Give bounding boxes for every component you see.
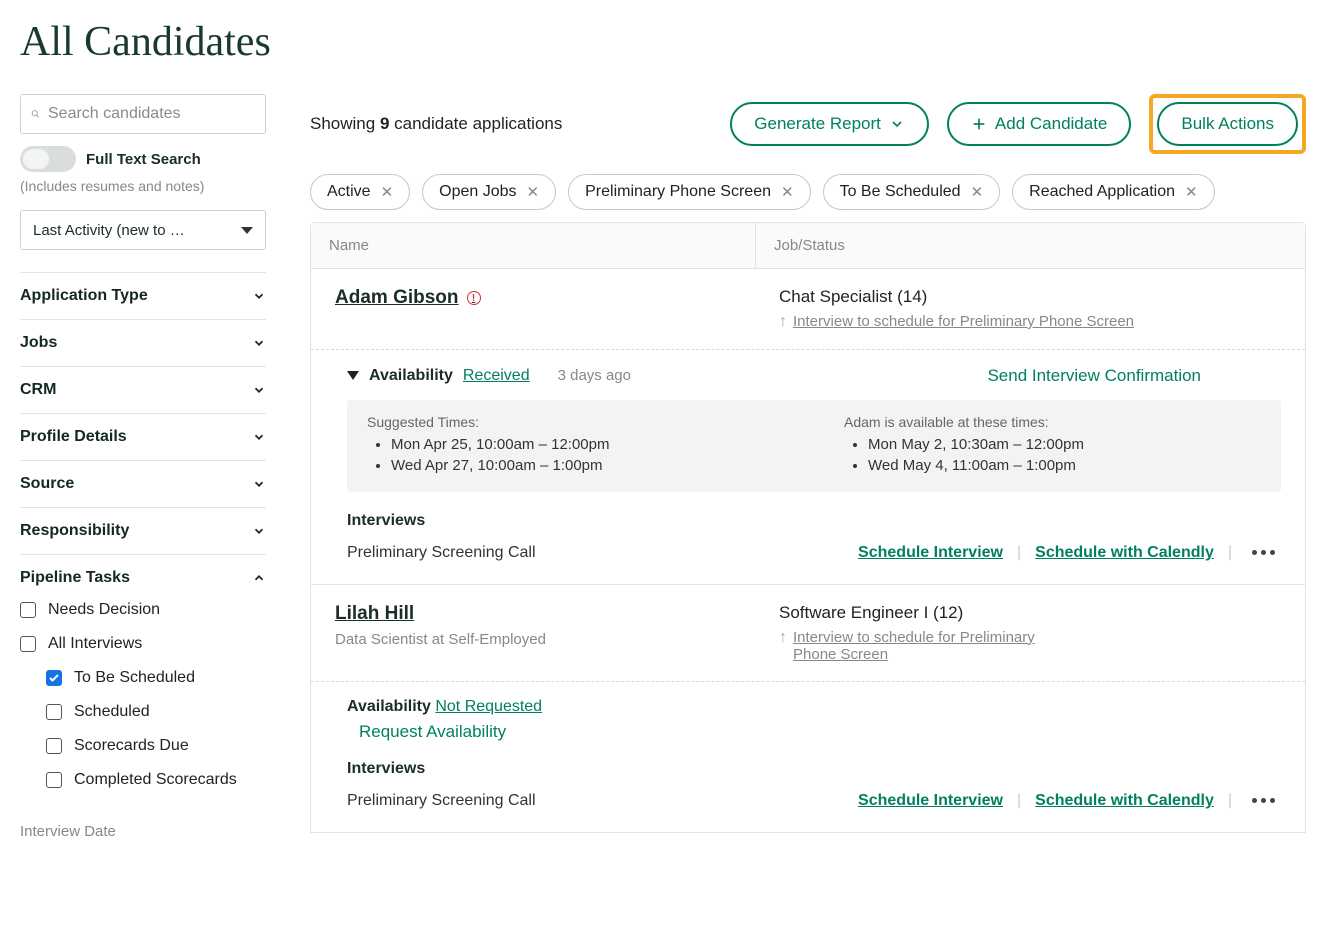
chevron-down-icon [252,383,266,397]
chevron-down-icon [252,289,266,303]
schedule-interview-link[interactable]: Schedule Interview [858,544,1003,562]
schedule-with-calendly-link[interactable]: Schedule with Calendly [1035,792,1214,810]
candidate-job-title: Chat Specialist (14) [779,287,1283,307]
page-title: All Candidates [20,18,1306,66]
availability-times-box: Suggested Times: Mon Apr 25, 10:00am – 1… [347,400,1281,492]
availability-status-link[interactable]: Not Requested [435,698,542,715]
search-candidates-wrap[interactable] [20,94,266,134]
interviews-header: Interviews [347,512,1281,530]
more-actions-icon[interactable] [1246,550,1281,555]
checkbox-scheduled[interactable]: Scheduled [46,703,266,721]
caret-down-icon [241,227,253,234]
suggested-time: Mon Apr 25, 10:00am – 12:00pm [391,436,784,453]
candidate-subtitle: Data Scientist at Self-Employed [335,631,755,648]
candidate-job-title: Software Engineer I (12) [779,603,1283,623]
close-icon[interactable]: ✕ [971,183,984,201]
schedule-interview-link[interactable]: Schedule Interview [858,792,1003,810]
suggested-time: Wed Apr 27, 10:00am – 1:00pm [391,457,784,474]
filter-responsibility[interactable]: Responsibility [20,522,266,540]
checkbox-to-be-scheduled[interactable]: To Be Scheduled [46,669,266,687]
interview-name: Preliminary Screening Call [347,544,844,562]
candidate-row: Adam Gibson ! Chat Specialist (14) ↑ Int… [311,269,1305,585]
chip-to-be-scheduled[interactable]: To Be Scheduled✕ [823,174,1001,210]
suggested-times-header: Suggested Times: [367,414,784,430]
chip-preliminary-phone-screen[interactable]: Preliminary Phone Screen✕ [568,174,810,210]
candidate-row: Lilah Hill Data Scientist at Self-Employ… [311,585,1305,832]
close-icon[interactable]: ✕ [527,183,540,201]
interview-date-label: Interview Date [20,823,266,840]
request-availability-link[interactable]: Request Availability [359,722,1281,742]
close-icon[interactable]: ✕ [381,183,394,201]
checkbox-icon [46,738,62,754]
full-text-search-toggle[interactable] [20,146,76,172]
send-interview-confirmation-link[interactable]: Send Interview Confirmation [987,366,1281,386]
interview-to-schedule-link[interactable]: Interview to schedule for Preliminary Ph… [793,313,1134,330]
warning-icon: ! [467,291,481,305]
checkbox-completed-scorecards[interactable]: Completed Scorecards [46,771,266,789]
sidebar: Full Text Search (Includes resumes and n… [20,94,266,840]
caret-down-icon[interactable] [347,371,359,380]
filter-crm[interactable]: CRM [20,381,266,399]
filter-pipeline-tasks[interactable]: Pipeline Tasks [20,569,266,587]
chevron-down-icon [889,116,905,132]
chip-active[interactable]: Active✕ [310,174,410,210]
availability-label: Availability [369,367,453,385]
checkbox-all-interviews[interactable]: All Interviews [20,635,266,653]
plus-icon [971,116,987,132]
table-header: Name Job/Status [311,223,1305,269]
chevron-down-icon [252,477,266,491]
filter-jobs[interactable]: Jobs [20,334,266,352]
filter-source[interactable]: Source [20,475,266,493]
checkbox-icon [46,704,62,720]
full-text-search-label: Full Text Search [86,151,201,168]
interview-name: Preliminary Screening Call [347,792,844,810]
column-name[interactable]: Name [311,223,756,268]
chevron-down-icon [252,336,266,350]
add-candidate-button[interactable]: Add Candidate [947,102,1131,146]
chevron-up-icon [252,571,266,585]
filter-application-type[interactable]: Application Type [20,287,266,305]
available-time: Mon May 2, 10:30am – 12:00pm [868,436,1261,453]
interview-to-schedule-link[interactable]: Interview to schedule for Preliminary Ph… [793,629,1053,663]
full-text-search-sub: (Includes resumes and notes) [20,178,266,194]
checkbox-icon [20,636,36,652]
checkbox-needs-decision[interactable]: Needs Decision [20,601,266,619]
close-icon[interactable]: ✕ [1185,183,1198,201]
availability-status-link[interactable]: Received [463,367,530,385]
chevron-down-icon [252,524,266,538]
bulk-actions-highlight: Bulk Actions [1149,94,1306,154]
interviews-header: Interviews [347,760,1281,778]
sort-select[interactable]: Last Activity (new to … [20,210,266,250]
showing-count-text: Showing 9 candidate applications [310,114,712,134]
filter-chips: Active✕ Open Jobs✕ Preliminary Phone Scr… [310,174,1306,210]
chevron-down-icon [252,430,266,444]
more-actions-icon[interactable] [1246,798,1281,803]
schedule-with-calendly-link[interactable]: Schedule with Calendly [1035,544,1214,562]
column-job-status[interactable]: Job/Status [756,223,1305,268]
bulk-actions-button[interactable]: Bulk Actions [1157,102,1298,146]
candidate-name-link[interactable]: Adam Gibson ! [335,287,481,309]
chip-open-jobs[interactable]: Open Jobs✕ [422,174,556,210]
available-time: Wed May 4, 11:00am – 1:00pm [868,457,1261,474]
filter-profile-details[interactable]: Profile Details [20,428,266,446]
arrow-up-icon: ↑ [779,629,787,647]
checkbox-scorecards-due[interactable]: Scorecards Due [46,737,266,755]
availability-label: Availability [347,698,431,715]
availability-timestamp: 3 days ago [558,367,631,384]
search-icon [31,105,40,123]
checkbox-icon [46,772,62,788]
close-icon[interactable]: ✕ [781,183,794,201]
sort-select-value: Last Activity (new to … [33,222,185,239]
search-input[interactable] [48,105,255,123]
available-times-header: Adam is available at these times: [844,414,1261,430]
generate-report-button[interactable]: Generate Report [730,102,929,146]
checkbox-checked-icon [46,670,62,686]
main-content: Showing 9 candidate applications Generat… [310,94,1306,840]
candidates-table: Name Job/Status Adam Gibson ! Chat S [310,222,1306,833]
chip-reached-application[interactable]: Reached Application✕ [1012,174,1214,210]
candidate-name-link[interactable]: Lilah Hill [335,603,414,625]
checkbox-icon [20,602,36,618]
arrow-up-icon: ↑ [779,313,787,331]
